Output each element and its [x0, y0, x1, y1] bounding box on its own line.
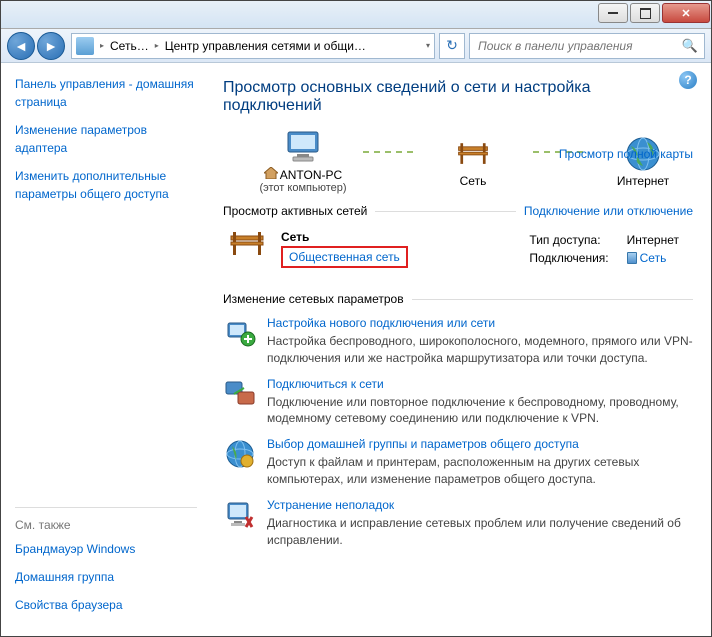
breadcrumb-item[interactable]: Сеть… — [110, 39, 149, 53]
troubleshoot-icon — [223, 498, 257, 532]
access-type-label: Тип доступа: — [521, 232, 616, 248]
task-title-link[interactable]: Выбор домашней группы и параметров общег… — [267, 437, 693, 451]
minimize-button[interactable] — [598, 3, 628, 23]
connection-link[interactable]: Сеть — [640, 251, 667, 265]
new-connection-icon — [223, 316, 257, 350]
chevron-right-icon: ▸ — [100, 41, 104, 50]
task-description: Подключение или повторное подключение к … — [267, 394, 693, 428]
task-title-link[interactable]: Настройка нового подключения или сети — [267, 316, 693, 330]
nic-icon — [627, 252, 637, 264]
search-input[interactable] — [476, 38, 682, 54]
map-pc-sublabel: (этот компьютер) — [259, 182, 346, 194]
map-internet-label: Интернет — [617, 174, 669, 188]
connect-network-icon — [223, 377, 257, 411]
maximize-button[interactable] — [630, 3, 660, 23]
chevron-down-icon[interactable]: ▾ — [426, 41, 430, 50]
task-item: Выбор домашней группы и параметров общег… — [223, 437, 693, 488]
title-bar — [1, 1, 711, 29]
task-description: Настройка беспроводного, широкополосного… — [267, 333, 693, 367]
refresh-button[interactable]: ↻ — [439, 33, 465, 59]
active-networks-header: Просмотр активных сетей — [223, 204, 367, 218]
task-item: Настройка нового подключения или сети Нас… — [223, 316, 693, 367]
network-profile-highlight: Общественная сеть — [281, 246, 408, 268]
map-node-pc: ANTON-PC (этот компьютер) — [253, 129, 353, 194]
sidebar-home-link[interactable]: Панель управления - домашняя страница — [15, 75, 197, 111]
window: ◄ ► ▸ Сеть… ▸ Центр управления сетями и … — [0, 0, 712, 637]
help-icon[interactable]: ? — [679, 71, 697, 89]
map-node-internet: Интернет — [593, 136, 693, 188]
computer-icon — [285, 129, 321, 165]
see-also-header: См. также — [15, 507, 197, 532]
change-settings-header: Изменение сетевых параметров — [223, 292, 404, 306]
task-description: Доступ к файлам и принтерам, расположенн… — [267, 454, 693, 488]
map-network-label: Сеть — [460, 174, 487, 188]
main-panel: ? Просмотр основных сведений о сети и на… — [211, 63, 711, 636]
task-item: Подключиться к сети Подключение или повто… — [223, 377, 693, 428]
access-type-value: Интернет — [619, 232, 687, 248]
seealso-firewall-link[interactable]: Брандмауэр Windows — [15, 540, 197, 558]
bench-icon — [227, 230, 273, 261]
chevron-right-icon: ▸ — [155, 41, 159, 50]
full-map-link[interactable]: Просмотр полной карты — [559, 147, 693, 161]
network-name: Сеть — [281, 230, 408, 244]
map-pc-label: ANTON-PC — [280, 168, 342, 182]
active-network-row: Сеть Общественная сеть Тип доступа: Инте… — [223, 224, 693, 274]
connect-disconnect-link[interactable]: Подключение или отключение — [524, 204, 693, 218]
task-title-link[interactable]: Устранение неполадок — [267, 498, 693, 512]
connections-label: Подключения: — [521, 250, 616, 266]
network-icon — [76, 37, 94, 55]
page-title: Просмотр основных сведений о сети и наст… — [223, 79, 693, 115]
network-map: ANTON-PC (этот компьютер) Сеть — [253, 129, 693, 194]
network-profile-link[interactable]: Общественная сеть — [289, 250, 400, 264]
sidebar-adapter-link[interactable]: Изменение параметров адаптера — [15, 121, 197, 157]
breadcrumb[interactable]: ▸ Сеть… ▸ Центр управления сетями и общи… — [71, 33, 435, 59]
map-node-network: Сеть — [423, 136, 523, 188]
sidebar-sharing-link[interactable]: Изменить дополнительные параметры общего… — [15, 167, 197, 203]
seealso-homegroup-link[interactable]: Домашняя группа — [15, 568, 197, 586]
address-bar: ◄ ► ▸ Сеть… ▸ Центр управления сетями и … — [1, 29, 711, 63]
sidebar: Панель управления - домашняя страница Из… — [1, 63, 211, 636]
task-title-link[interactable]: Подключиться к сети — [267, 377, 693, 391]
forward-button[interactable]: ► — [37, 32, 65, 60]
search-icon[interactable]: 🔍 — [682, 38, 698, 54]
connection-line — [363, 151, 413, 153]
close-button[interactable] — [662, 3, 710, 23]
back-button[interactable]: ◄ — [7, 32, 35, 60]
breadcrumb-item[interactable]: Центр управления сетями и общи… — [165, 39, 366, 53]
task-item: Устранение неполадок Диагностика и исправ… — [223, 498, 693, 549]
search-box[interactable]: 🔍 — [469, 33, 705, 59]
seealso-browser-link[interactable]: Свойства браузера — [15, 596, 197, 614]
task-description: Диагностика и исправление сетевых пробле… — [267, 515, 693, 549]
bench-icon — [455, 136, 491, 172]
homegroup-icon — [223, 437, 257, 471]
